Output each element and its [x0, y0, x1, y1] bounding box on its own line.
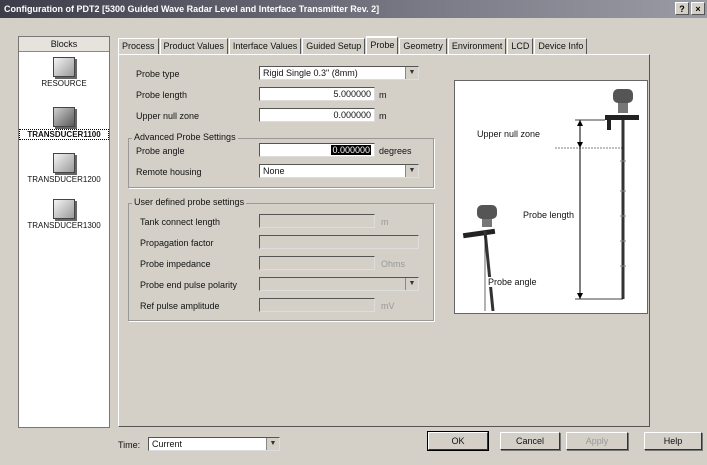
- ref-pulse-amplitude-label: Ref pulse amplitude: [140, 301, 220, 311]
- tab-environment[interactable]: Environment: [447, 38, 507, 54]
- time-select[interactable]: Current ▼: [148, 437, 280, 451]
- help-title-button[interactable]: ?: [675, 2, 689, 15]
- probe-angle-unit: degrees: [379, 146, 412, 156]
- block-item-transducer1100[interactable]: TRANSDUCER1100: [19, 107, 109, 140]
- probe-end-pulse-polarity-label: Probe end pulse polarity: [140, 280, 238, 290]
- probe-length-input[interactable]: 5.000000: [259, 87, 375, 101]
- block-item-transducer1300[interactable]: TRANSDUCER1300: [19, 199, 109, 230]
- probe-type-select[interactable]: Rigid Single 0.3" (8mm) ▼: [259, 66, 419, 80]
- time-value: Current: [152, 439, 183, 449]
- transmitter-head-icon: [605, 89, 639, 299]
- probe-diagram: Upper null zone Probe length Probe angle: [454, 80, 648, 314]
- ref-pulse-amplitude-unit: mV: [381, 301, 395, 311]
- tab-process[interactable]: Process: [118, 38, 159, 54]
- cancel-button[interactable]: Cancel: [500, 432, 560, 450]
- ref-pulse-amplitude-input[interactable]: [259, 298, 375, 312]
- tab-lcd[interactable]: LCD: [507, 38, 534, 54]
- apply-button[interactable]: Apply: [566, 432, 628, 450]
- advanced-probe-settings-label: Advanced Probe Settings: [132, 132, 238, 142]
- help-button[interactable]: Help: [644, 432, 702, 450]
- probe-impedance-label: Probe impedance: [140, 259, 211, 269]
- probe-angle-caption: Probe angle: [488, 277, 537, 287]
- probe-type-value: Rigid Single 0.3" (8mm): [263, 68, 358, 78]
- propagation-factor-label: Propagation factor: [140, 238, 214, 248]
- angled-probe-icon: [462, 205, 497, 312]
- probe-length-label: Probe length: [136, 90, 188, 100]
- probe-angle-value: 0.000000: [331, 145, 371, 155]
- tank-connect-length-label: Tank connect length: [140, 217, 221, 227]
- chevron-down-icon[interactable]: ▼: [405, 278, 418, 290]
- probe-length-caption: Probe length: [523, 210, 575, 220]
- remote-housing-label: Remote housing: [136, 167, 202, 177]
- chevron-down-icon[interactable]: ▼: [266, 438, 279, 450]
- tab-probe[interactable]: Probe: [366, 36, 399, 55]
- probe-length-unit: m: [379, 90, 387, 100]
- upper-null-zone-unit: m: [379, 111, 387, 121]
- blocks-header: Blocks: [19, 37, 109, 52]
- tab-strip: Process Product Values Interface Values …: [118, 36, 588, 55]
- tab-guided-setup[interactable]: Guided Setup: [302, 38, 366, 54]
- chevron-down-icon[interactable]: ▼: [405, 67, 418, 79]
- upper-null-zone-input[interactable]: 0.000000: [259, 108, 375, 122]
- tank-connect-length-input[interactable]: [259, 214, 375, 228]
- upper-null-zone-label: Upper null zone: [136, 111, 200, 121]
- remote-housing-select[interactable]: None ▼: [259, 164, 419, 178]
- window-title: Configuration of PDT2 [5300 Guided Wave …: [4, 4, 380, 14]
- tab-interface-values[interactable]: Interface Values: [228, 38, 302, 54]
- probe-angle-input[interactable]: 0.000000: [259, 143, 375, 157]
- probe-impedance-input[interactable]: [259, 256, 375, 270]
- block-icon: [53, 199, 75, 219]
- block-item-resource[interactable]: RESOURCE: [19, 57, 109, 88]
- propagation-factor-input[interactable]: [259, 235, 419, 249]
- tank-connect-length-unit: m: [381, 217, 389, 227]
- probe-impedance-unit: Ohms: [381, 259, 406, 269]
- user-defined-settings-label: User defined probe settings: [132, 197, 247, 207]
- probe-end-pulse-polarity-select[interactable]: ▼: [259, 277, 419, 291]
- tab-product-values[interactable]: Product Values: [159, 38, 228, 54]
- block-label: TRANSDUCER1300: [27, 221, 101, 230]
- probe-angle-label: Probe angle: [136, 146, 185, 156]
- remote-housing-value: None: [263, 166, 285, 176]
- close-button[interactable]: ×: [691, 2, 705, 15]
- block-label: TRANSDUCER1200: [27, 175, 101, 184]
- tab-geometry[interactable]: Geometry: [399, 38, 447, 54]
- probe-type-label: Probe type: [136, 69, 180, 79]
- block-icon: [53, 57, 75, 77]
- blocks-list[interactable]: Blocks RESOURCE TRANSDUCER1100 TRANSDUCE…: [18, 36, 110, 428]
- block-label: RESOURCE: [41, 79, 87, 88]
- block-item-transducer1200[interactable]: TRANSDUCER1200: [19, 153, 109, 184]
- tab-device-info[interactable]: Device Info: [534, 38, 588, 54]
- title-bar: Configuration of PDT2 [5300 Guided Wave …: [0, 0, 707, 18]
- block-icon: [53, 107, 75, 127]
- ok-button[interactable]: OK: [427, 431, 489, 451]
- upper-null-zone-caption: Upper null zone: [477, 129, 541, 139]
- block-label: TRANSDUCER1100: [19, 129, 109, 140]
- block-icon: [53, 153, 75, 173]
- time-label: Time:: [118, 440, 141, 450]
- probe-diagram-drawing: [462, 89, 639, 312]
- chevron-down-icon[interactable]: ▼: [405, 165, 418, 177]
